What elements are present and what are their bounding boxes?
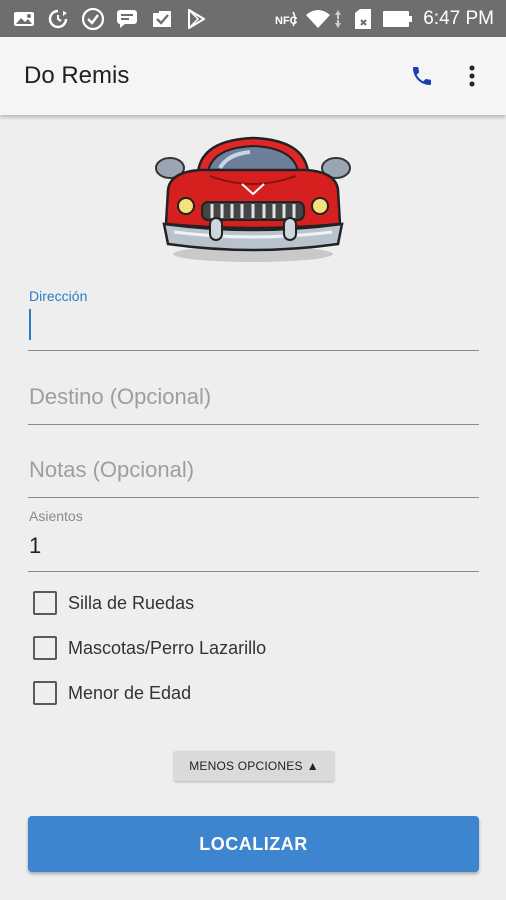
destino-placeholder: Destino (Opcional) <box>29 384 212 409</box>
play-store-icon <box>185 8 207 29</box>
text-cursor <box>29 309 31 340</box>
checkbox-mascotas[interactable]: Mascotas/Perro Lazarillo <box>33 634 266 662</box>
destino-field[interactable]: Destino (Opcional) <box>28 372 479 428</box>
checkbox-label: Silla de Ruedas <box>68 592 195 613</box>
asientos-field[interactable]: Asientos 1 <box>28 505 479 575</box>
status-bar: NFC 6:47 PM <box>0 0 506 37</box>
battery-icon <box>381 8 415 29</box>
localizar-button[interactable]: LOCALIZAR <box>28 816 479 872</box>
notas-underline <box>28 497 479 498</box>
localizar-label: LOCALIZAR <box>199 833 308 854</box>
notas-field[interactable]: Notas (Opcional) <box>28 445 479 501</box>
wifi-icon <box>304 8 332 29</box>
direccion-field[interactable]: Dirección <box>28 282 479 354</box>
checkbox-box[interactable] <box>33 681 57 705</box>
more-vert-icon[interactable] <box>458 59 486 93</box>
check-circle-icon <box>80 7 106 30</box>
phone-icon[interactable] <box>405 59 439 93</box>
chat-icon <box>115 8 139 29</box>
gallery-icon <box>12 8 36 29</box>
checkbox-box[interactable] <box>33 636 57 660</box>
notas-placeholder: Notas (Opcional) <box>29 457 195 482</box>
data-arrows-icon <box>333 8 343 29</box>
menos-opciones-button[interactable]: MENOS OPCIONES ▲ <box>174 751 334 781</box>
sync-icon <box>46 8 70 29</box>
checkbox-label: Mascotas/Perro Lazarillo <box>68 637 267 658</box>
app-bar: Do Remis <box>0 37 506 115</box>
car-logo <box>150 132 356 264</box>
asientos-value: 1 <box>29 533 42 558</box>
arrow-up-icon: ▲ <box>306 759 319 773</box>
download-icon <box>150 8 174 29</box>
app-title: Do Remis <box>24 62 130 89</box>
menos-opciones-label: MENOS OPCIONES <box>189 759 303 773</box>
checkbox-box[interactable] <box>33 591 57 615</box>
asientos-label: Asientos <box>29 508 83 524</box>
status-time: 6:47 PM <box>423 8 494 29</box>
direccion-label: Dirección <box>29 288 88 304</box>
checkbox-silla-de-ruedas[interactable]: Silla de Ruedas <box>33 589 194 617</box>
nfc-icon: NFC <box>272 8 300 29</box>
destino-underline <box>28 424 479 425</box>
direccion-underline <box>28 350 479 351</box>
asientos-underline <box>28 571 479 572</box>
checkbox-menor-de-edad[interactable]: Menor de Edad <box>33 679 191 707</box>
sim-icon <box>352 8 374 29</box>
checkbox-label: Menor de Edad <box>68 682 192 703</box>
